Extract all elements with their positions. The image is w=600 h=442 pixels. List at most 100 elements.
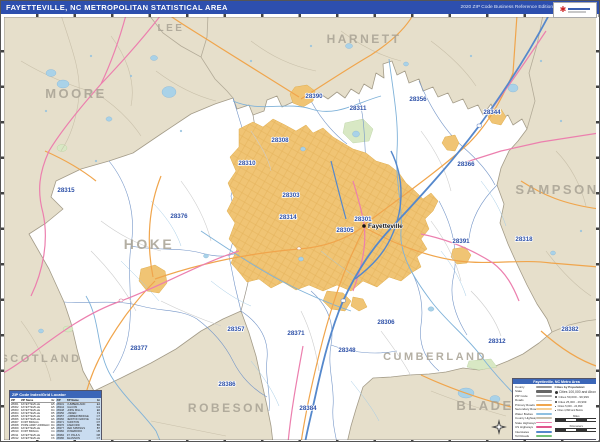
zip-label: 28305 [336,227,354,234]
zip-label: 28312 [488,338,506,345]
legend-city-classes: Cities 100,000 and Above Cities 50,000 - … [554,389,598,412]
city-label: Fayetteville [368,223,403,230]
zip-label: 28310 [238,160,256,167]
zip-label: 28391 [452,238,470,245]
city-size-dot-icon [554,409,556,412]
zip-index-column-right: ZIP ZIP Name Gr 28331 CUMBERLAND E4 28344 FALCO… [55,398,101,441]
legend-line-sample [535,412,552,415]
legend-line-sample [535,426,552,428]
ruler-left [1,17,4,440]
city-class-label: Cities 50,000 - 99,999 [558,395,589,399]
zip-label: 28366 [457,161,475,168]
zip-label: 28301 [354,216,372,223]
legend-item: Toll Roads [515,434,552,438]
ruler-top [1,14,599,17]
legend-city-class: Cities 100,000 and Above [554,390,598,394]
logo-star-icon: ✱ [559,5,567,14]
legend-item-label: Interstates [515,429,530,434]
legend-line-sample [535,385,552,389]
city-size-dot-icon [554,401,557,403]
legend-item-label: Primary Roads [515,402,535,407]
legend-item: State [515,389,552,393]
zip-label: 28377 [130,345,148,352]
scale-bar-segments [554,418,598,422]
scale-bar: Kilometers [554,424,598,432]
zip-label: 28306 [377,319,395,326]
zip-label: 28357 [227,326,245,333]
city-size-dot-icon [554,395,558,399]
zip-label: 28308 [271,137,289,144]
zip-code-map: MOORE LEE HARNETT SAMPSON HOKE SCOTLAND CUMBER… [1,14,599,441]
legend-item-label: Secondary Roads [515,407,536,412]
zip-label: 28384 [299,405,317,412]
legend-panel: Fayetteville, NC Metro Area County State Z… [512,378,599,440]
legend-item-label: Water Bodies [515,411,533,416]
county-label: HARNETT [327,32,402,46]
scale-bar-segments [554,428,598,432]
title-bar: FAYETTEVILLE, NC METROPOLITAN STATISTICA… [1,1,599,14]
scale-bar: Miles [554,414,598,422]
zip-index-column-left: ZIP ZIP Name Gr 28301 FAYETTEVILLE E5 28302 FAY… [10,398,56,441]
legend-item: US Highways [515,425,552,429]
county-label: SCOTLAND [1,353,82,365]
city-class-label: Cities 25,000 - 49,999 [558,400,587,404]
legend-city-class: Cities 25,000 - 49,999 [554,400,598,404]
city-dot [362,224,366,228]
legend-item-label: US Highways [515,425,534,430]
zip-label: 28382 [561,326,579,333]
legend-item-label: State Highways [515,420,536,425]
zip-index-panel: ZIP Code Index/Grid Locator ZIP ZIP Name G… [9,390,102,441]
county-label: LEE [158,23,185,34]
legend-item: Water Bodies [515,412,552,416]
zip-label: 28371 [287,330,305,337]
legend-line-sample [535,435,552,437]
legend-item: Primary Roads [515,403,552,407]
map-title: FAYETTEVILLE, NC METROPOLITAN STATISTICA… [6,3,228,12]
edition-label: 2020 ZIP Code Business Reference Edition [460,5,553,10]
legend-line-sample [535,390,552,393]
city-size-dot-icon [554,405,557,408]
zip-label: 28356 [409,96,427,103]
zip-label: 28344 [483,109,501,116]
legend-item-label: Toll Roads [515,433,530,438]
legend-item: Roads [515,398,552,402]
zip-label: 28318 [515,236,533,243]
legend-line-sample [535,408,552,411]
zip-label: 28314 [279,214,297,221]
legend-item-label: County Highways [515,416,536,421]
legend-line-sample [535,421,552,424]
ruler-right [596,17,599,440]
legend-item-label: Roads [515,398,524,403]
zip-label: 28303 [282,192,300,199]
zip-index-title: ZIP Code Index/Grid Locator [10,391,101,398]
zip-label: 28315 [57,187,75,194]
city-class-label: Cities 5,000 - 24,999 [557,405,583,408]
legend-item: ZIP Code [515,394,552,398]
legend-item: County Highways [515,416,552,420]
legend-line-sample [535,403,552,406]
legend-item: Interstates [515,430,552,434]
legend-item-label: ZIP Code [515,393,528,398]
legend-item: County [515,385,552,389]
legend-symbol-list: County State ZIP Code Roads Primary Roads Sec… [515,385,552,438]
legend-item: Secondary Roads [515,407,552,411]
logo-text-bars [568,7,591,13]
legend-line-sample [535,417,552,419]
county-label: SAMPSON [515,182,598,197]
county-label: CUMBERLAND [383,351,487,363]
city-class-label: Cities 100,000 and Above [559,390,598,394]
legend-city-class: Cities 50,000 - 99,999 [554,395,598,399]
county-label: ROBESON [188,401,266,415]
map-page: MOORE LEE HARNETT SAMPSON HOKE SCOTLAND CUMBER… [0,0,600,442]
legend-line-sample [535,399,552,401]
legend-line-sample [535,395,552,397]
legend-item-label: County [515,385,525,389]
zip-label: 28311 [350,105,367,112]
zip-label: 28348 [338,347,356,354]
city-marker-layer: Fayetteville [362,222,404,231]
zip-label: 28386 [218,381,236,388]
legend-item-label: State [515,389,523,394]
legend-line-sample [535,430,552,433]
county-label: MOORE [45,86,107,101]
zip-label: 28390 [305,93,323,100]
